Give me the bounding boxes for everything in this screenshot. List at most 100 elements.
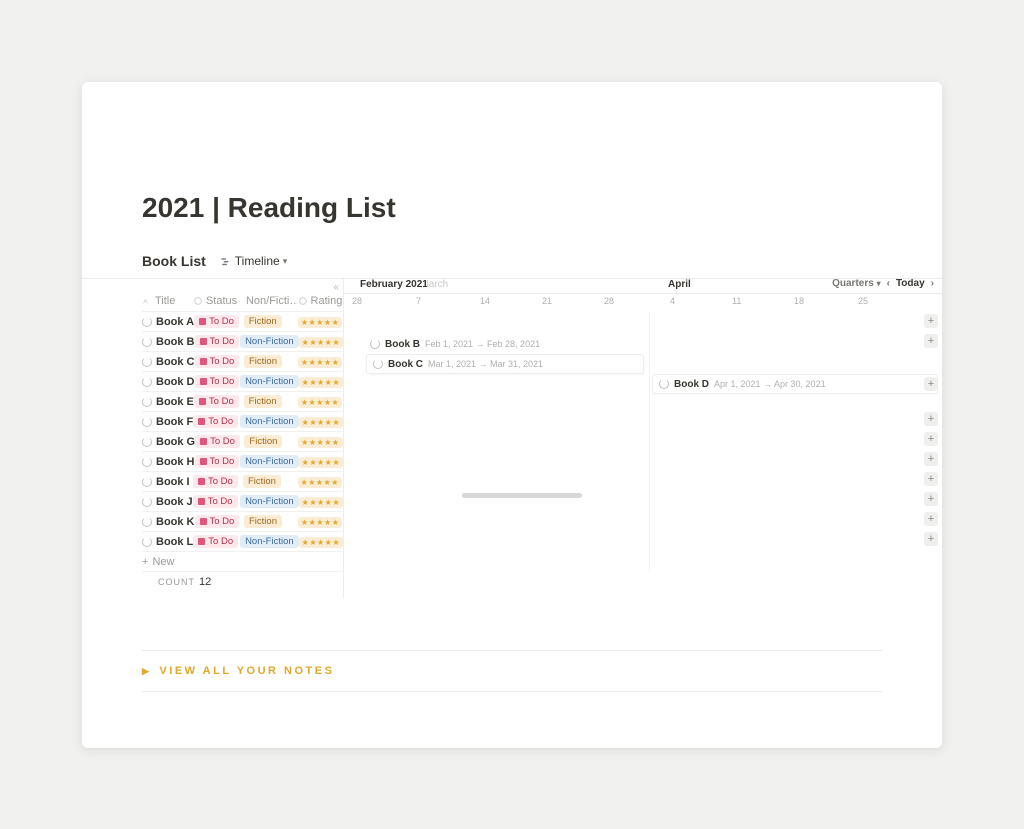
timeline-icon xyxy=(220,256,231,267)
count-label: COUNT xyxy=(158,577,195,587)
add-bar-row-4[interactable]: + xyxy=(924,377,938,391)
row-title: Book A xyxy=(156,316,194,328)
database-header: Book List Timeline ▾ xyxy=(82,252,942,278)
type-tag: Fiction xyxy=(244,395,282,408)
status-tag: To Do xyxy=(193,535,238,548)
page-icon xyxy=(142,417,152,427)
type-tag: Fiction xyxy=(244,435,282,448)
timeline-controls: Quarters ▾ ‹ Today › xyxy=(832,279,934,289)
add-bar-row-7[interactable]: + xyxy=(924,432,938,446)
add-bar-row-11[interactable]: + xyxy=(924,512,938,526)
type-tag: Non-Fiction xyxy=(240,535,299,548)
svg-text:A: A xyxy=(143,299,148,306)
table-rows: Book ATo DoFiction★★★★★Book BTo DoNon-Fi… xyxy=(142,311,343,551)
timeline-bar-book-c[interactable]: Book C Mar 1, 2021 → Mar 31, 2021 xyxy=(366,354,644,374)
rating-tag: ★★★★★ xyxy=(298,437,342,448)
row-title: Book G xyxy=(156,436,195,448)
table-row[interactable]: Book ATo DoFiction★★★★★ xyxy=(142,311,343,331)
page-icon xyxy=(142,437,152,447)
view-all-notes-toggle[interactable]: ▶ VIEW ALL YOUR NOTES xyxy=(142,650,882,692)
table-row[interactable]: Book GTo Do Fiction ★★★★★ xyxy=(142,431,343,451)
today-button[interactable]: Today xyxy=(896,279,925,289)
add-bar-row-9[interactable]: + xyxy=(924,472,938,486)
page-icon xyxy=(142,497,152,507)
view-notes-label: VIEW ALL YOUR NOTES xyxy=(159,665,334,677)
left-table: « A Title Status Non/Ficti… Rating xyxy=(82,279,344,598)
select-icon xyxy=(193,296,203,306)
timeline-bar-book-b[interactable]: Book B Feb 1, 2021 → Feb 28, 2021 xyxy=(364,334,534,354)
table-row[interactable]: Book DTo DoNon-Fiction★★★★★ xyxy=(142,371,343,391)
col-header-status[interactable]: Status xyxy=(193,295,243,307)
rating-tag: ★★★★★ xyxy=(298,477,342,488)
add-bar-row-10[interactable]: + xyxy=(924,492,938,506)
add-bar-row-1[interactable]: + xyxy=(924,314,938,328)
count-value: 12 xyxy=(199,576,211,588)
col-header-rating[interactable]: Rating xyxy=(298,295,343,307)
status-tag: To Do xyxy=(195,435,240,448)
rating-tag: ★★★★★ xyxy=(299,377,343,388)
add-bar-row-12[interactable]: + xyxy=(924,532,938,546)
month-mar: Iarch xyxy=(426,279,448,290)
database-body: « A Title Status Non/Ficti… Rating xyxy=(82,278,942,598)
bar-date: Mar 1, 2021 → Mar 31, 2021 xyxy=(428,359,543,369)
add-bar-row-6[interactable]: + xyxy=(924,412,938,426)
table-row[interactable]: Book FTo DoNon-Fiction★★★★★ xyxy=(142,411,343,431)
horizontal-scrollbar[interactable] xyxy=(462,493,582,498)
status-tag: To Do xyxy=(194,315,239,328)
row-title: Book I xyxy=(156,476,190,488)
col-header-nonfiction[interactable]: Non/Ficti… xyxy=(243,295,298,307)
col-header-title[interactable]: A Title xyxy=(142,295,193,307)
type-tag: Fiction xyxy=(244,355,282,368)
rating-tag: ★★★★★ xyxy=(299,457,343,468)
add-bar-row-8[interactable]: + xyxy=(924,452,938,466)
plus-icon: + xyxy=(142,556,148,568)
count-row: COUNT 12 xyxy=(142,571,343,591)
bar-date: Feb 1, 2021 → Feb 28, 2021 xyxy=(425,339,540,349)
table-row[interactable]: Book BTo DoNon-Fiction★★★★★ xyxy=(142,331,343,351)
chevron-down-icon: ▾ xyxy=(877,279,881,288)
month-feb: February 2021 xyxy=(360,279,428,290)
status-tag: To Do xyxy=(193,495,238,508)
row-title: Book C xyxy=(156,356,195,368)
type-tag: Fiction xyxy=(243,475,281,488)
page-icon xyxy=(142,317,152,327)
status-tag: To Do xyxy=(195,455,240,468)
status-tag: To Do xyxy=(195,355,240,368)
table-row[interactable]: Book ETo DoFiction★★★★★ xyxy=(142,391,343,411)
table-row[interactable]: Book CTo Do Fiction ★★★★★ xyxy=(142,351,343,371)
table-row[interactable]: Book HTo DoNon-Fiction★★★★★ xyxy=(142,451,343,471)
timeline[interactable]: February 2021 Iarch April Quarters ▾ ‹ T… xyxy=(344,279,942,598)
status-tag: To Do xyxy=(195,375,240,388)
prev-button[interactable]: ‹ xyxy=(887,279,890,289)
page-icon xyxy=(142,337,152,347)
status-tag: To Do xyxy=(193,475,238,488)
type-tag: Non-Fiction xyxy=(240,495,299,508)
bar-date: Apr 1, 2021 → Apr 30, 2021 xyxy=(714,379,826,389)
timeline-bar-book-d[interactable]: Book D Apr 1, 2021 → Apr 30, 2021 xyxy=(652,374,938,394)
table-row[interactable]: Book ITo Do Fiction ★★★★★ xyxy=(142,471,343,491)
type-tag: Non-Fiction xyxy=(240,415,299,428)
add-bar-row-2[interactable]: + xyxy=(924,334,938,348)
table-row[interactable]: Book JTo DoNon-Fiction★★★★★ xyxy=(142,491,343,511)
type-tag: Non-Fiction xyxy=(240,455,299,468)
collapse-table-button[interactable]: « xyxy=(333,282,339,293)
page-icon xyxy=(373,359,383,369)
bar-title: Book C xyxy=(388,359,423,370)
table-row[interactable]: Book KTo DoFiction★★★★★ xyxy=(142,511,343,531)
row-title: Book E xyxy=(156,396,194,408)
page-icon xyxy=(142,477,152,487)
row-title: Book D xyxy=(156,376,195,388)
scale-picker[interactable]: Quarters ▾ xyxy=(832,279,880,289)
new-row-button[interactable]: + New xyxy=(142,551,343,571)
timeline-month-header: February 2021 Iarch April Quarters ▾ ‹ T… xyxy=(344,279,942,294)
page-icon xyxy=(142,397,152,407)
table-row[interactable]: Book LTo DoNon-Fiction★★★★★ xyxy=(142,531,343,551)
app-window: 2021 | Reading List Book List Timeline ▾… xyxy=(82,82,942,748)
view-label: Timeline xyxy=(235,254,280,268)
row-title: Book B xyxy=(156,336,195,348)
next-button[interactable]: › xyxy=(931,279,934,289)
rating-tag: ★★★★★ xyxy=(298,317,342,328)
rating-tag: ★★★★★ xyxy=(298,357,342,368)
rating-tag: ★★★★★ xyxy=(299,417,343,428)
view-picker[interactable]: Timeline ▾ xyxy=(216,252,291,270)
